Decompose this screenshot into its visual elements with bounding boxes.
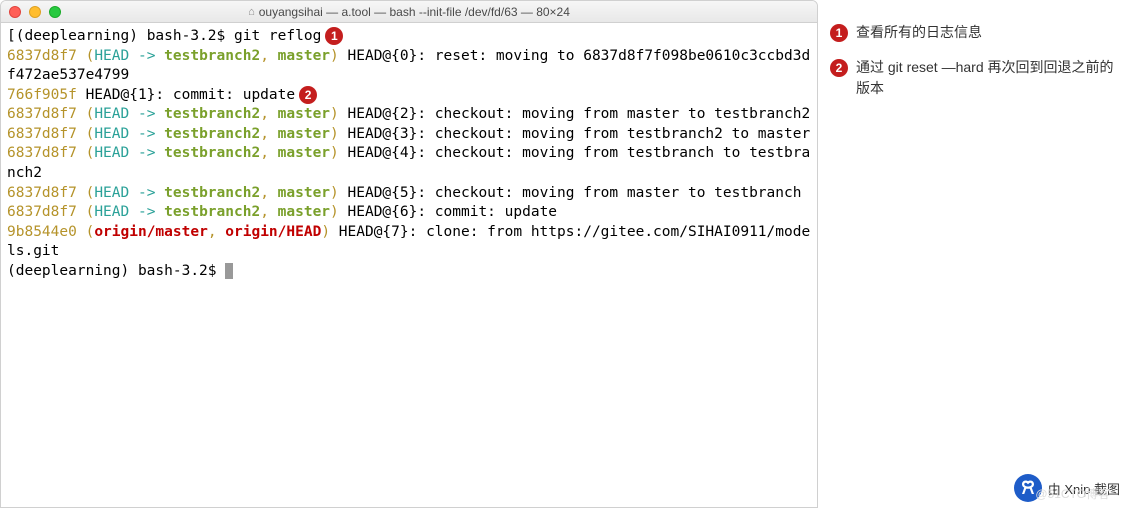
window-title: ⌂ ouyangsihai — a.tool — bash --init-fil… — [248, 5, 570, 19]
minimize-button[interactable] — [29, 6, 41, 18]
annotations-panel: 1 查看所有的日志信息 2 通过 git reset —hard 再次回到回退之… — [830, 22, 1120, 113]
window-title-text: ouyangsihai — a.tool — bash --init-file … — [259, 5, 570, 19]
traffic-lights — [9, 6, 61, 18]
close-button[interactable] — [9, 6, 21, 18]
reflog-line: 6837d8f7 (HEAD -> testbranch2, master) H… — [7, 185, 801, 201]
reflog-line: 6837d8f7 (HEAD -> testbranch2, master) H… — [7, 204, 557, 220]
annotation-text: 查看所有的日志信息 — [856, 22, 982, 43]
annotation-text: 通过 git reset —hard 再次回到回退之前的版本 — [856, 57, 1120, 99]
annotation-badge-1: 1 — [830, 24, 848, 42]
maximize-button[interactable] — [49, 6, 61, 18]
window-titlebar[interactable]: ⌂ ouyangsihai — a.tool — bash --init-fil… — [1, 1, 817, 23]
reflog-line: 6837d8f7 (HEAD -> testbranch2, master) H… — [7, 126, 810, 142]
prompt-line-2: (deeplearning) bash-3.2$ — [7, 263, 233, 279]
terminal-output[interactable]: [(deeplearning) bash-3.2$ git reflog1 68… — [1, 23, 817, 285]
home-icon: ⌂ — [248, 6, 255, 18]
cursor — [225, 263, 233, 279]
reflog-line: 6837d8f7 (HEAD -> testbranch2, master) H… — [7, 48, 810, 84]
terminal-window: ⌂ ouyangsihai — a.tool — bash --init-fil… — [0, 0, 818, 508]
annotation-badge-2: 2 — [830, 59, 848, 77]
badge-2: 2 — [299, 86, 317, 104]
annotation-item: 1 查看所有的日志信息 — [830, 22, 1120, 43]
annotation-item: 2 通过 git reset —hard 再次回到回退之前的版本 — [830, 57, 1120, 99]
reflog-line: 766f905f HEAD@{1}: commit: update2 — [7, 87, 317, 103]
blog-watermark: @51CTO博客 — [1035, 485, 1110, 502]
command-text: git reflog — [234, 28, 321, 44]
reflog-line: 6837d8f7 (HEAD -> testbranch2, master) H… — [7, 106, 810, 122]
badge-1: 1 — [325, 27, 343, 45]
reflog-line: 9b8544e0 (origin/master, origin/HEAD) HE… — [7, 224, 810, 260]
reflog-line: 6837d8f7 (HEAD -> testbranch2, master) H… — [7, 145, 810, 181]
prompt-line-1: [(deeplearning) bash-3.2$ git reflog1 — [7, 28, 343, 44]
